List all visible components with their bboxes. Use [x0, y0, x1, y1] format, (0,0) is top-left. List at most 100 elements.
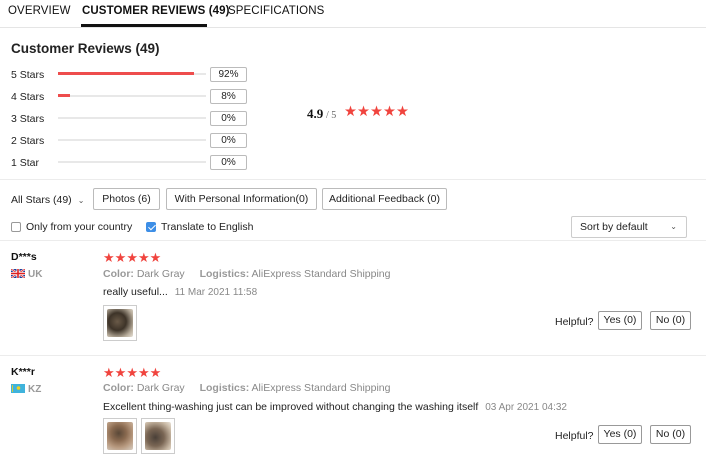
- chevron-down-icon: ⌄: [77, 196, 85, 205]
- star-icon: ★: [149, 365, 162, 380]
- logistics-label: Logistics:: [199, 268, 250, 280]
- rating-label: 2 Stars: [11, 135, 45, 147]
- review-text-line: Excellent thing-washing just can be impr…: [103, 401, 567, 413]
- rating-bar-track: [58, 72, 206, 75]
- rating-label: 4 Stars: [11, 91, 45, 103]
- uk-flag-icon: [11, 269, 25, 278]
- star-icon: ★: [103, 365, 115, 380]
- logistics-label: Logistics:: [199, 382, 250, 394]
- reviewer-name: K***r: [11, 366, 35, 378]
- average-stars: ★★★★★: [344, 104, 409, 120]
- rating-bar-track: [58, 94, 206, 97]
- star-icon: ★: [357, 104, 370, 120]
- star-icon: ★: [344, 104, 357, 120]
- rating-percent: 8%: [210, 89, 247, 104]
- review-stars: ★★★★★: [103, 251, 161, 265]
- rating-label: 3 Stars: [11, 113, 45, 125]
- star-icon: ★: [370, 104, 383, 120]
- rating-row-4[interactable]: 4 Stars 8%: [11, 89, 251, 105]
- rating-label: 5 Stars: [11, 69, 45, 81]
- reviewer-country: UK: [11, 269, 42, 280]
- rating-bar-track: [58, 161, 206, 163]
- only-country-label: Only from your country: [26, 221, 133, 233]
- star-icon: ★: [126, 250, 138, 265]
- average-score: 4.9: [307, 106, 324, 121]
- star-icon: ★: [396, 104, 409, 120]
- review-photo: [107, 309, 133, 337]
- review-stars: ★★★★★: [103, 366, 161, 380]
- review-photo: [145, 422, 171, 450]
- sort-value: Sort by default: [580, 221, 648, 233]
- rating-row-2[interactable]: 2 Stars 0%: [11, 133, 251, 149]
- section-divider: [0, 240, 706, 241]
- country-code: UK: [28, 269, 43, 280]
- tab-overview[interactable]: OVERVIEW: [8, 5, 71, 17]
- all-stars-dropdown[interactable]: All Stars (49) ⌄: [11, 194, 84, 206]
- rating-row-1[interactable]: 1 Star 0%: [11, 155, 251, 171]
- review-photo-thumbnail[interactable]: [141, 418, 175, 454]
- rating-row-3[interactable]: 3 Stars 0%: [11, 111, 251, 127]
- review-photo-thumbnail[interactable]: [103, 305, 137, 341]
- rating-percent: 92%: [210, 67, 247, 82]
- helpful-label: Helpful?: [555, 430, 594, 442]
- helpful-no-button[interactable]: No (0): [650, 425, 691, 444]
- color-value: Dark Gray: [136, 268, 185, 280]
- rating-percent: 0%: [210, 155, 247, 170]
- rating-bar-track: [58, 139, 206, 141]
- checkbox-box[interactable]: [146, 222, 156, 232]
- review-date: 11 Mar 2021 11:58: [174, 287, 258, 298]
- star-icon: ★: [137, 250, 150, 265]
- review-divider: [0, 355, 706, 356]
- logistics-value: AliExpress Standard Shipping: [251, 382, 391, 394]
- sort-select[interactable]: Sort by default ⌄: [571, 216, 687, 238]
- review-text: Excellent thing-washing just can be impr…: [103, 401, 479, 413]
- additional-feedback-filter-button[interactable]: Additional Feedback (0): [322, 188, 447, 210]
- tab-customer-reviews[interactable]: CUSTOMER REVIEWS (49): [82, 5, 230, 17]
- star-icon: ★: [383, 104, 396, 120]
- reviewer-name: D***s: [11, 251, 37, 263]
- personal-info-filter-button[interactable]: With Personal Information(0): [166, 188, 317, 210]
- reviewer-country: KZ: [11, 384, 41, 395]
- star-icon: ★: [149, 250, 162, 265]
- color-label: Color:: [103, 382, 134, 394]
- helpful-yes-button[interactable]: Yes (0): [598, 425, 642, 444]
- star-icon: ★: [137, 365, 150, 380]
- rating-label: 1 Star: [11, 157, 40, 169]
- average-out-of: / 5: [326, 110, 337, 121]
- star-icon: ★: [103, 250, 115, 265]
- rating-bar-fill: [58, 72, 195, 75]
- helpful-label: Helpful?: [555, 316, 594, 328]
- average-rating: 4.9 / 5: [307, 106, 336, 122]
- star-icon: ★: [114, 365, 127, 380]
- review-text-line: really useful... 11 Mar 2021 11:58: [103, 286, 257, 298]
- star-icon: ★: [114, 250, 127, 265]
- active-tab-indicator: [81, 24, 207, 27]
- checkbox-box[interactable]: [11, 222, 21, 232]
- reviews-title: Customer Reviews (49): [11, 41, 160, 56]
- helpful-yes-button[interactable]: Yes (0): [598, 311, 642, 330]
- review-meta: Color: Dark Gray Logistics: AliExpress S…: [103, 268, 390, 280]
- translate-label: Translate to English: [161, 221, 254, 233]
- chevron-down-icon: ⌄: [670, 222, 677, 231]
- logistics-value: AliExpress Standard Shipping: [251, 268, 391, 280]
- kz-flag-icon: [11, 384, 25, 393]
- review-tabs: OVERVIEW CUSTOMER REVIEWS (49) SPECIFICA…: [0, 0, 706, 28]
- rating-bar-track: [58, 117, 206, 119]
- review-text: really useful...: [103, 286, 168, 298]
- review-photo-thumbnail[interactable]: [103, 418, 137, 454]
- color-value: Dark Gray: [136, 382, 185, 394]
- rating-percent: 0%: [210, 133, 247, 148]
- rating-bar-fill: [58, 94, 70, 97]
- tab-specifications[interactable]: SPECIFICATIONS: [228, 5, 324, 17]
- photos-filter-button[interactable]: Photos (6): [93, 188, 160, 210]
- section-divider: [0, 179, 706, 180]
- rating-row-5[interactable]: 5 Stars 92%: [11, 67, 251, 83]
- helpful-no-button[interactable]: No (0): [650, 311, 691, 330]
- country-code: KZ: [28, 384, 42, 395]
- all-stars-label: All Stars (49): [11, 194, 72, 206]
- review-meta: Color: Dark Gray Logistics: AliExpress S…: [103, 382, 390, 394]
- rating-percent: 0%: [210, 111, 247, 126]
- review-date: 03 Apr 2021 04:32: [485, 402, 567, 413]
- star-icon: ★: [126, 365, 138, 380]
- review-photo: [107, 422, 133, 450]
